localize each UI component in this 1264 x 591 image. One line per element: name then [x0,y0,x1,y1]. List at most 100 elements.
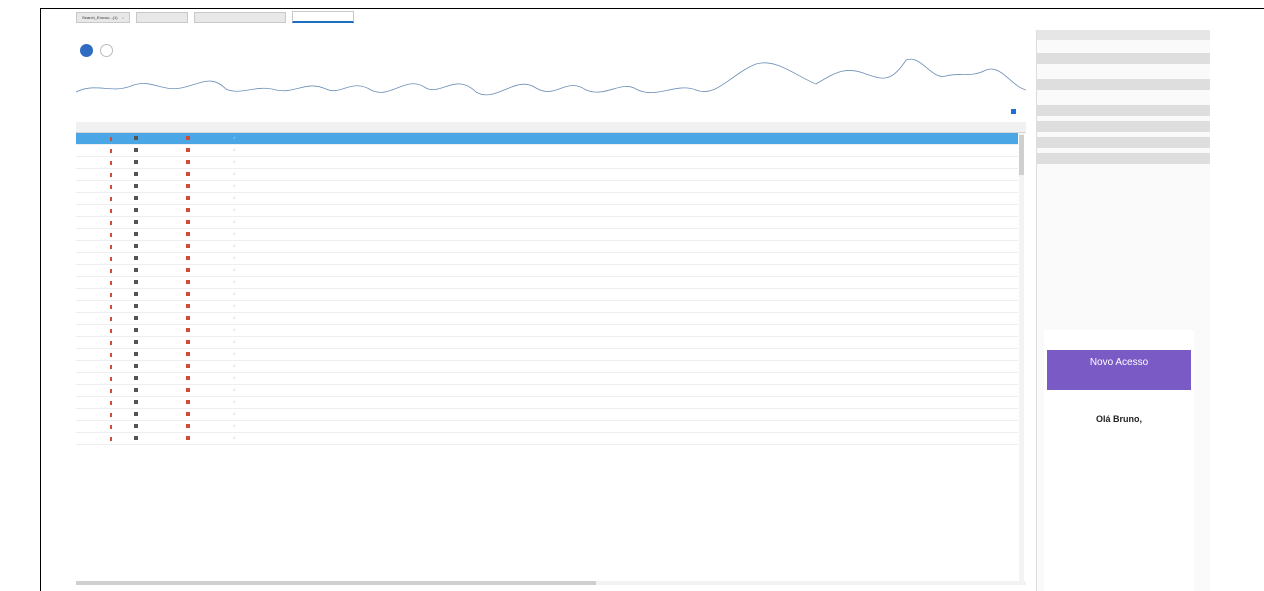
priority-icon [110,185,112,189]
table-row[interactable]: ✓ [76,157,1018,169]
attachment-icon: ✓ [233,184,236,188]
flag-icon[interactable] [186,292,190,296]
priority-icon [110,377,112,381]
priority-icon [110,173,112,177]
attachment-icon: ✓ [233,280,236,284]
message-type-icon [134,208,138,212]
timeline-chart[interactable] [76,34,1026,108]
table-row[interactable]: ✓ [76,349,1018,361]
table-row[interactable]: ✓ [76,265,1018,277]
flag-icon[interactable] [186,220,190,224]
priority-icon [110,233,112,237]
flag-icon[interactable] [186,172,190,176]
flag-icon[interactable] [186,208,190,212]
message-type-icon [134,412,138,416]
table-row[interactable]: ✓ [76,217,1018,229]
table-row[interactable]: ✓ [76,133,1018,145]
message-type-icon [134,220,138,224]
flag-icon[interactable] [186,196,190,200]
table-row[interactable]: ✓ [76,397,1018,409]
table-row[interactable]: ✓ [76,205,1018,217]
view-icon[interactable] [1011,109,1016,114]
flag-icon[interactable] [186,436,190,440]
app-window: Search_Emvoo...(1)× . . . ✓✓✓✓✓✓✓✓✓✓✓✓✓✓… [76,10,1210,591]
flag-icon[interactable] [186,328,190,332]
table-row[interactable]: ✓ [76,145,1018,157]
table-row[interactable]: ✓ [76,385,1018,397]
message-type-icon [134,376,138,380]
table-row[interactable]: ✓ [76,313,1018,325]
attachment-icon: ✓ [233,388,236,392]
scroll-thumb[interactable] [1019,135,1024,175]
tab-4[interactable]: . [291,11,354,23]
flag-icon[interactable] [186,388,190,392]
flag-icon[interactable] [186,424,190,428]
table-row[interactable]: ✓ [76,289,1018,301]
message-type-icon [134,304,138,308]
message-type-icon [134,256,138,260]
table-row[interactable]: ✓ [76,169,1018,181]
flag-icon[interactable] [186,304,190,308]
message-type-icon [134,232,138,236]
message-type-icon [134,436,138,440]
flag-icon[interactable] [186,232,190,236]
tab-search[interactable]: Search_Emvoo...(1) × [76,11,130,23]
message-type-icon [134,316,138,320]
priority-icon [110,161,112,165]
vertical-scrollbar[interactable] [1019,133,1024,583]
horizontal-scrollbar[interactable] [76,581,1026,585]
table-row[interactable]: ✓ [76,193,1018,205]
flag-icon[interactable] [186,184,190,188]
table-row[interactable]: ✓ [76,277,1018,289]
flag-icon[interactable] [186,256,190,260]
priority-icon [110,401,112,405]
attachment-icon: ✓ [233,244,236,248]
flag-icon[interactable] [186,136,190,140]
attachment-icon: ✓ [233,400,236,404]
table-row[interactable]: ✓ [76,253,1018,265]
tab-2[interactable]: . [135,11,188,23]
message-type-icon [134,292,138,296]
table-row[interactable]: ✓ [76,229,1018,241]
flag-icon[interactable] [186,268,190,272]
table-row[interactable]: ✓ [76,421,1018,433]
priority-icon [110,221,112,225]
flag-icon[interactable] [186,280,190,284]
table-row[interactable]: ✓ [76,373,1018,385]
attachment-icon: ✓ [233,412,236,416]
section-cc[interactable] [1037,105,1210,116]
message-type-icon [134,268,138,272]
table-row[interactable]: ✓ [76,433,1018,445]
attachment-icon: ✓ [233,208,236,212]
table-row[interactable]: ✓ [76,361,1018,373]
flag-icon[interactable] [186,316,190,320]
flag-icon[interactable] [186,412,190,416]
flag-icon[interactable] [186,400,190,404]
section-bcc[interactable] [1037,121,1210,132]
message-type-icon [134,196,138,200]
section-para[interactable] [1037,79,1210,90]
flag-icon[interactable] [186,160,190,164]
section-de[interactable] [1037,53,1210,64]
email-preview: Novo Acesso Olá Bruno, [1044,330,1194,591]
message-type-icon [134,340,138,344]
scroll-thumb[interactable] [76,581,596,585]
flag-icon[interactable] [186,340,190,344]
table-row[interactable]: ✓ [76,181,1018,193]
table-row[interactable]: ✓ [76,409,1018,421]
close-icon[interactable]: × [122,15,124,20]
section-body[interactable] [1037,153,1210,164]
table-row[interactable]: ✓ [76,301,1018,313]
flag-icon[interactable] [186,364,190,368]
priority-icon [110,353,112,357]
message-list: ✓ ✓ ✓ ✓ ✓ ✓ ✓ ✓ ✓ ✓ ✓ ✓ ✓ ✓ ✓ ✓ ✓ ✓ ✓ ✓ ✓ ✓ ✓ ✓ ✓ ✓ [76,133,1018,445]
table-row[interactable]: ✓ [76,337,1018,349]
section-anexos[interactable] [1037,137,1210,148]
flag-icon[interactable] [186,148,190,152]
flag-icon[interactable] [186,376,190,380]
table-row[interactable]: ✓ [76,241,1018,253]
table-row[interactable]: ✓ [76,325,1018,337]
tab-3[interactable]: . [193,11,286,23]
flag-icon[interactable] [186,244,190,248]
flag-icon[interactable] [186,352,190,356]
